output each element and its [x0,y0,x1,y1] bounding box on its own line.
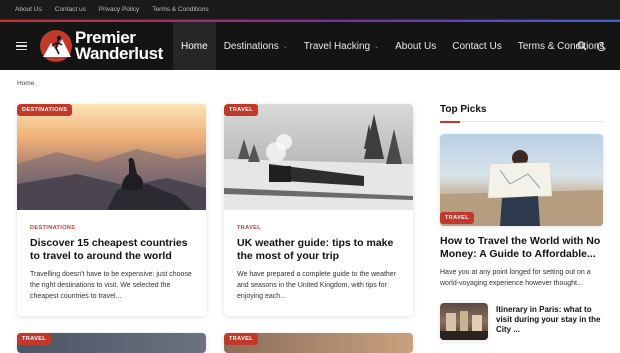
nav-item-home[interactable]: Home [173,22,216,70]
topbar-link-about[interactable]: About Us [15,6,42,13]
nav-label: About Us [395,40,437,52]
category-badge[interactable]: DESTINATIONS [17,104,73,116]
category-badge[interactable]: TRAVEL [224,333,258,345]
site-header: Premier Wanderlust Home Destinations ⌄ Tr… [0,22,620,70]
search-icon[interactable] [577,41,587,51]
topbar-link-contact[interactable]: Contact us [55,6,86,13]
nav-item-travel-hacking[interactable]: Travel Hacking ⌄ [296,22,387,70]
chevron-down-icon: ⌄ [374,43,380,50]
hamburger-menu-icon[interactable] [16,41,27,51]
logo-mark-icon [40,30,72,62]
small-pick-title[interactable]: Itinerary in Paris: what to visit during… [496,305,604,335]
post-category[interactable]: DESTINATIONS [30,225,75,231]
post-card[interactable]: TRAVEL [224,333,413,353]
category-badge[interactable]: TRAVEL [224,104,258,116]
post-category[interactable]: TRAVEL [237,225,261,231]
featured-pick-image[interactable]: TRAVEL [440,134,603,226]
nav-label: Travel Hacking [303,40,371,52]
main-nav: Home Destinations ⌄ Travel Hacking ⌄ About… [173,22,612,70]
logo-text-line2: Wanderlust [75,44,163,63]
heading-divider [440,120,603,123]
post-title[interactable]: UK weather guide: tips to make the most … [237,237,405,263]
post-card[interactable]: DESTINATIONS DESTINATIONS Discover 15 ch… [17,104,206,316]
top-picks-heading: Top Picks [440,104,487,115]
topbar-link-terms[interactable]: Terms & Conditions [152,6,208,13]
top-bar: About Us Contact us Privacy Policy Terms… [0,0,620,20]
topbar-link-privacy[interactable]: Privacy Policy [99,6,139,13]
nav-label: Home [181,40,208,52]
post-title[interactable]: Discover 15 cheapest countries to travel… [30,237,198,263]
category-badge[interactable]: TRAVEL [17,333,51,345]
category-badge[interactable]: TRAVEL [440,212,474,224]
post-excerpt: We have prepared a complete guide to the… [237,271,397,300]
site-logo[interactable]: Premier Wanderlust [37,27,170,65]
breadcrumb[interactable]: Home [17,80,34,87]
dark-mode-icon[interactable] [597,41,606,51]
nav-item-about[interactable]: About Us [387,22,444,70]
post-excerpt: Travelling doesn't have to be expensive:… [30,271,192,300]
nav-label: Contact Us [452,40,502,52]
featured-pick-excerpt: Have you at any point longed for setting… [440,269,591,287]
post-card[interactable]: TRAVEL TRAVEL UK weather guide: tips to … [224,104,413,316]
post-image[interactable] [17,104,206,210]
nav-item-destinations[interactable]: Destinations ⌄ [216,22,296,70]
post-image[interactable] [224,104,413,210]
chevron-down-icon: ⌄ [282,43,288,50]
nav-label: Destinations [223,40,279,52]
post-card[interactable]: TRAVEL [17,333,206,353]
featured-pick-title[interactable]: How to Travel the World with No Money: A… [440,235,603,261]
nav-item-contact[interactable]: Contact Us [444,22,509,70]
small-pick-image[interactable] [440,303,488,340]
